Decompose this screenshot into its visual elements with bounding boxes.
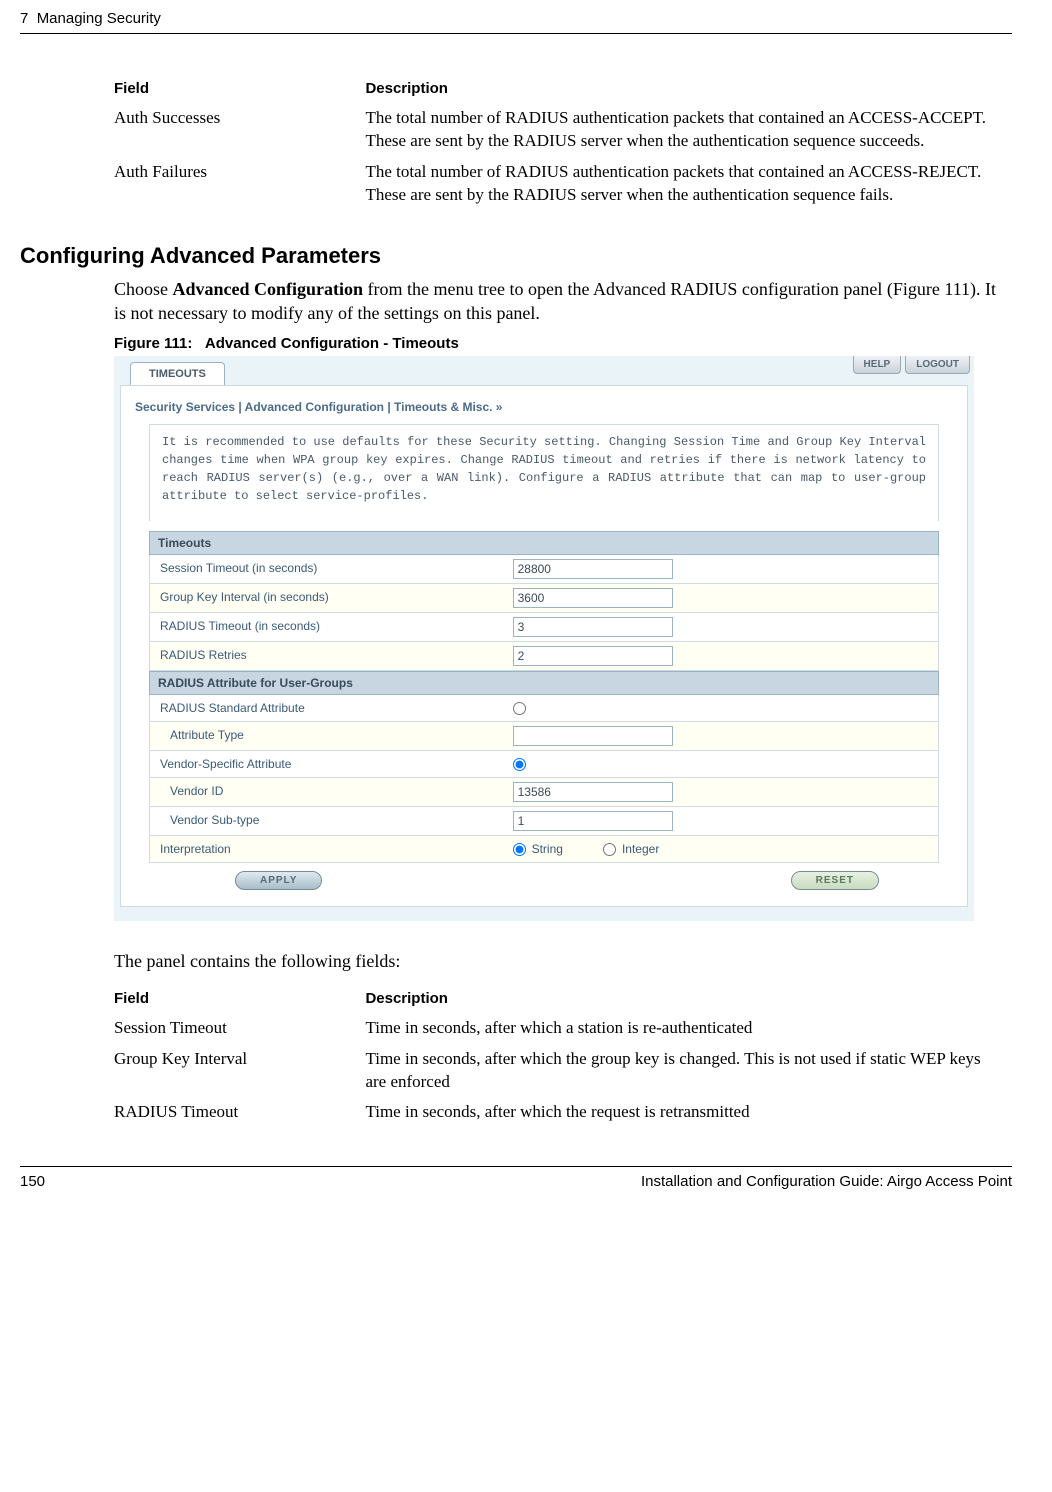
interp-string-label: String (532, 842, 563, 856)
breadcrumb: Security Services | Advanced Configurati… (135, 396, 953, 424)
vendor-id-label: Vendor ID (150, 778, 505, 806)
page-number: 150 (20, 1173, 45, 1190)
help-note: It is recommended to use defaults for th… (149, 424, 939, 521)
desc-cell: Time in seconds, after which the request… (365, 1097, 1012, 1128)
std-attr-label: RADIUS Standard Attribute (150, 695, 505, 721)
intro-paragraph: Choose Advanced Configuration from the m… (114, 277, 1012, 326)
table-head-desc: Description (365, 984, 1012, 1013)
radius-retries-label: RADIUS Retries (150, 642, 505, 670)
interp-string-radio[interactable] (513, 843, 526, 856)
section-heading: Configuring Advanced Parameters (20, 243, 1012, 269)
vendor-spec-label: Vendor-Specific Attribute (150, 751, 505, 777)
figure-caption: Figure 111: Advanced Configuration - Tim… (114, 335, 1012, 352)
fields-table-2: Field Description Session Timeout Time i… (114, 984, 1012, 1129)
table-row: Auth Successes The total number of RADIU… (114, 103, 1012, 157)
session-timeout-input[interactable] (513, 559, 673, 579)
attr-type-input[interactable] (513, 726, 673, 746)
screenshot-panel: TIMEOUTS HELP LOGOUT Security Services |… (114, 356, 974, 921)
help-button[interactable]: HELP (853, 356, 902, 374)
attr-type-label: Attribute Type (150, 722, 505, 750)
table-head-field: Field (114, 984, 365, 1013)
field-cell: Auth Successes (114, 103, 365, 157)
vendor-id-input[interactable] (513, 782, 673, 802)
desc-cell: Time in seconds, after which the group k… (365, 1044, 1012, 1098)
table-row: Auth Failures The total number of RADIUS… (114, 157, 1012, 211)
table-head-desc: Description (365, 74, 1012, 103)
vendor-sub-label: Vendor Sub-type (150, 807, 505, 835)
radius-timeout-input[interactable] (513, 617, 673, 637)
interp-integer-radio[interactable] (603, 843, 616, 856)
table-row: RADIUS Timeout Time in seconds, after wh… (114, 1097, 1012, 1128)
reset-button[interactable]: RESET (791, 871, 879, 890)
apply-button[interactable]: APPLY (235, 871, 322, 890)
field-cell: RADIUS Timeout (114, 1097, 365, 1128)
chapter-label: 7 Managing Security (20, 10, 161, 27)
panel-intro: The panel contains the following fields: (114, 949, 1012, 973)
doc-title: Installation and Configuration Guide: Ai… (641, 1173, 1012, 1190)
logout-button[interactable]: LOGOUT (905, 356, 970, 374)
field-cell: Auth Failures (114, 157, 365, 211)
interpretation-label: Interpretation (150, 836, 505, 862)
radius-retries-input[interactable] (513, 646, 673, 666)
group-key-input[interactable] (513, 588, 673, 608)
page-header: 7 Managing Security (20, 10, 1012, 33)
fields-table-1: Field Description Auth Successes The tot… (114, 74, 1012, 211)
table-row: Session Timeout Time in seconds, after w… (114, 1013, 1012, 1044)
session-timeout-label: Session Timeout (in seconds) (150, 555, 505, 583)
field-cell: Group Key Interval (114, 1044, 365, 1098)
table-row: Group Key Interval Time in seconds, afte… (114, 1044, 1012, 1098)
tab-timeouts[interactable]: TIMEOUTS (130, 362, 225, 385)
field-cell: Session Timeout (114, 1013, 365, 1044)
interp-integer-label: Integer (622, 842, 659, 856)
desc-cell: The total number of RADIUS authenticatio… (365, 157, 1012, 211)
desc-cell: Time in seconds, after which a station i… (365, 1013, 1012, 1044)
page-footer: 150 Installation and Configuration Guide… (20, 1166, 1012, 1190)
radius-timeout-label: RADIUS Timeout (in seconds) (150, 613, 505, 641)
section-radius-attr: RADIUS Attribute for User-Groups (149, 671, 939, 695)
table-head-field: Field (114, 74, 365, 103)
vendor-spec-radio[interactable] (513, 758, 526, 771)
vendor-sub-input[interactable] (513, 811, 673, 831)
group-key-label: Group Key Interval (in seconds) (150, 584, 505, 612)
header-divider (20, 33, 1012, 34)
desc-cell: The total number of RADIUS authenticatio… (365, 103, 1012, 157)
std-attr-radio[interactable] (513, 702, 526, 715)
section-timeouts: Timeouts (149, 531, 939, 555)
